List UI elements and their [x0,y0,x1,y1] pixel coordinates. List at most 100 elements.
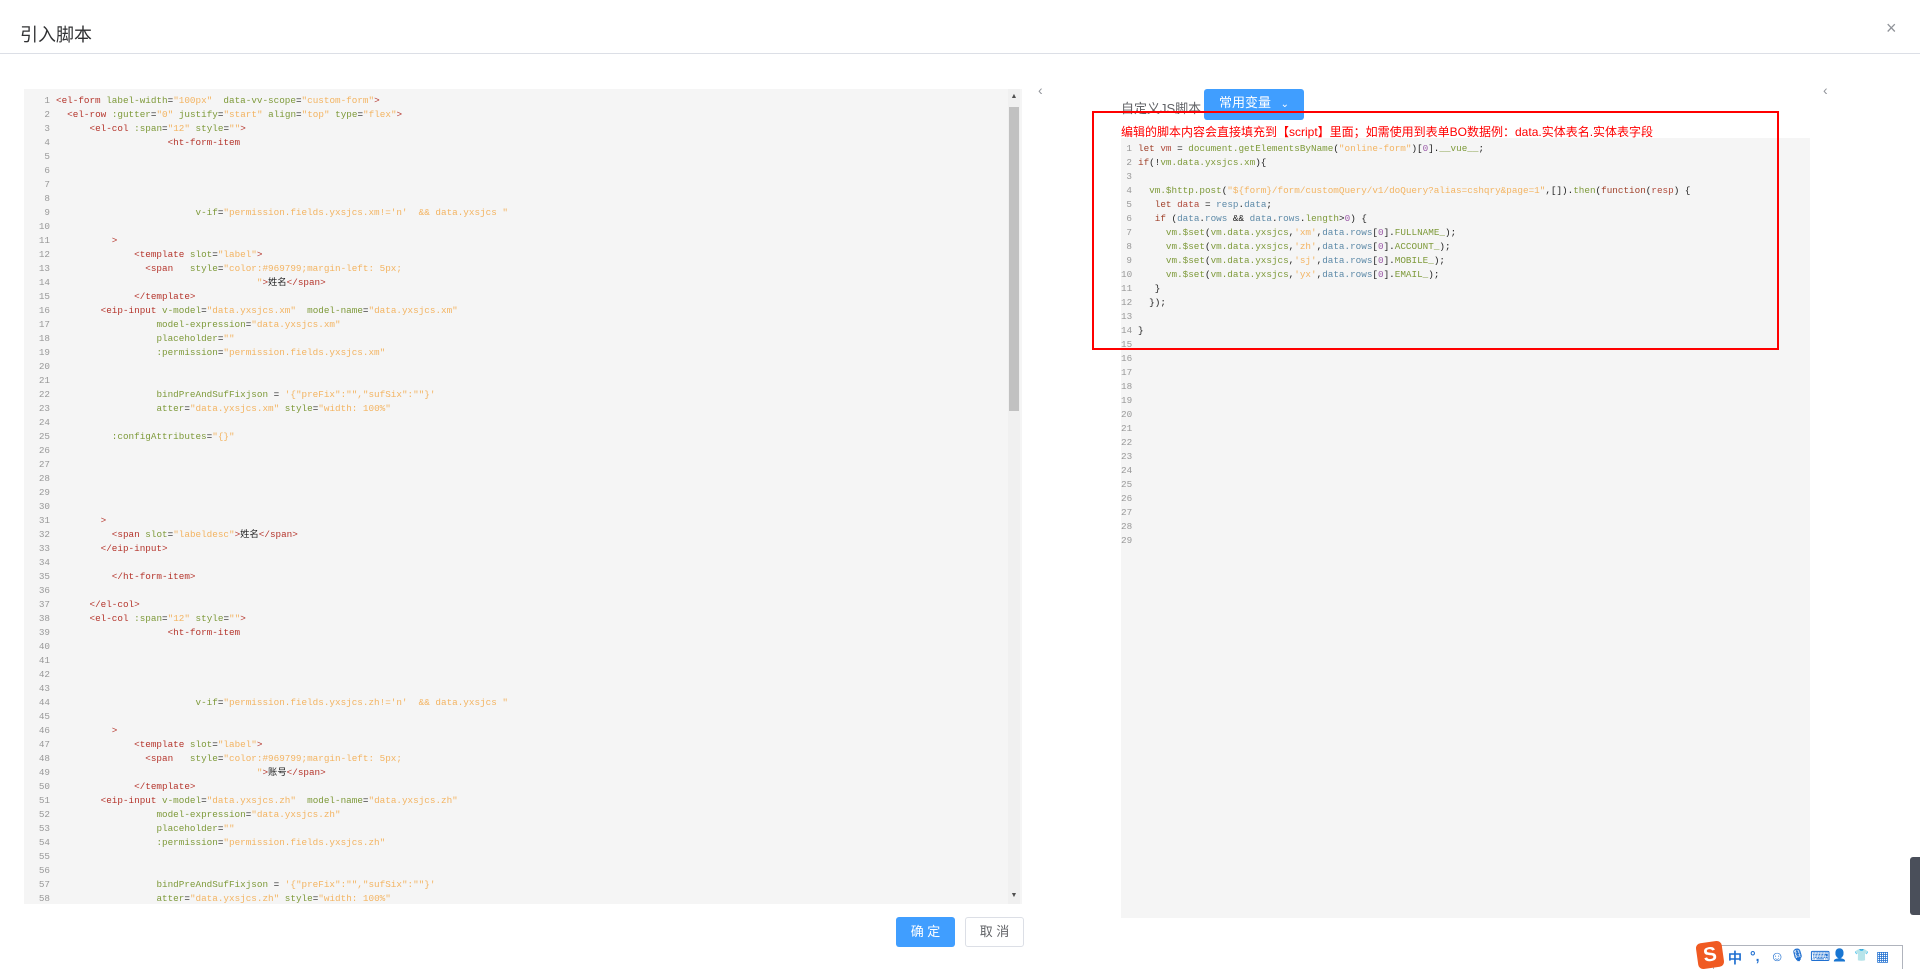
line-number: 26 [1121,493,1133,504]
code-line: 23 atter="data.yxsjcs.xm" style="width: … [24,402,391,416]
code-line: 3 <el-col :span="12" style=""> [24,122,246,136]
line-number: 20 [1121,409,1133,420]
line-number: 55 [38,851,50,862]
code-token: bindPreAndSufFixjson [156,879,269,890]
code-token: '{"preFix":"","sufSix":""}' [284,389,436,400]
code-token: v-model [162,305,202,316]
line-number: 24 [1121,465,1133,476]
code-line: 16 <eip-input v-model="data.yxsjcs.xm" m… [24,304,458,318]
line-number: 13 [38,263,50,274]
code-token: "data.yxsjcs.xm" [251,319,341,330]
code-line: 15 </template> [24,290,196,304]
confirm-button[interactable]: 确 定 [896,917,955,947]
code-token: "12" [167,123,190,134]
code-token: atter [156,893,185,904]
code-line: 21 [1121,422,1138,436]
line-number: 50 [38,781,50,792]
line-number: 47 [38,739,50,750]
cancel-button[interactable]: 取 消 [965,917,1024,947]
line-number: 23 [1121,451,1133,462]
ime-toolbox-icon[interactable]: ▦ [1876,948,1889,965]
line-number: 15 [38,291,50,302]
code-line: 25 :configAttributes="{}" [24,430,235,444]
code-token: model-expression [156,809,246,820]
code-line: 33 </eip-input> [24,542,168,556]
code-line: 37 </el-col> [24,598,140,612]
code-token: <span [111,529,146,540]
code-line: 19 [1121,394,1138,408]
code-token: "custom-form" [301,95,375,106]
chevron-down-icon: ⌄ [1280,99,1290,110]
sogou-logo[interactable]: S [1695,940,1725,970]
line-number: 27 [1121,507,1133,518]
ime-punctuation-icon[interactable]: °, [1750,948,1760,964]
ime-chinese-mode[interactable]: 中 [1728,948,1742,968]
code-line: 50 </template> [24,780,196,794]
ime-keyboard-icon[interactable]: ⌨ [1810,948,1830,965]
scroll-down-icon[interactable]: ▼ [1008,890,1020,902]
code-token: > [256,249,263,260]
code-line: 23 [1121,450,1138,464]
html-code-editor[interactable]: 1 <el-form label-width = "100px" data-vv-sc… [24,89,1022,904]
code-token: </el-col> [89,599,140,610]
line-number: 16 [1121,353,1133,364]
code-token: </eip-input> [100,543,168,554]
close-icon[interactable]: × [1886,18,1897,39]
ime-emoji-icon[interactable]: ☺ [1770,948,1784,964]
scrollbar-thumb[interactable] [1009,107,1019,411]
code-line: 55 [24,850,56,864]
code-token: > [240,123,246,134]
ime-user-icon[interactable]: 👤 [1832,948,1847,962]
editor-scrollbar[interactable]: ▲ ▼ [1008,89,1020,904]
code-token: "label" [217,249,257,260]
code-line: 39 <ht-form-item [24,626,240,640]
code-line: 20 [1121,408,1138,422]
code-token: '{"preFix":"","sufSix":""}' [284,879,436,890]
line-number: 4 [44,137,50,148]
header-divider [0,53,1920,54]
code-line: 10 [24,220,56,234]
code-token: "start" [223,109,263,120]
code-token: "width: 100%" [318,893,391,904]
ime-skin-icon[interactable]: 👕 [1854,948,1869,962]
code-line: 13 <span style="color:#969799;margin-lef… [24,262,402,276]
code-token: "labeldesc" [173,529,235,540]
code-line: 26 [24,444,56,458]
collapse-right-chevron-icon[interactable]: ‹ [1823,82,1828,98]
code-line: 5 [24,150,56,164]
line-number: 25 [38,431,50,442]
code-token: align [268,109,297,120]
code-line: 46 > [24,724,118,738]
ime-mic-icon[interactable]: 🎙 [1790,948,1805,962]
code-token: style [284,893,313,904]
code-token: :permission [156,347,218,358]
code-line: 54 :permission="permission.fields.yxsjcs… [24,836,385,850]
code-line: 17 model-expression="data.yxsjcs.xm" [24,318,341,332]
code-line: 48 <span style="color:#969799;margin-lef… [24,752,402,766]
code-token: > [256,739,263,750]
line-number: 9 [44,207,50,218]
code-line: 2 <el-row :gutter="0" justify="start" al… [24,108,402,122]
code-line: 12 <template slot="label"> [24,248,263,262]
code-line: 20 [24,360,56,374]
code-token: type [335,109,358,120]
line-number: 43 [38,683,50,694]
scroll-up-icon[interactable]: ▲ [1008,91,1020,103]
code-token: <el-row [67,109,112,120]
code-line: 8 [24,192,56,206]
code-token: <el-form [56,95,107,106]
code-token: v-model [162,795,202,806]
line-number: 28 [38,473,50,484]
code-token: </ht-form-item> [111,571,196,582]
collapse-left-chevron-icon[interactable]: ‹ [1038,82,1043,98]
